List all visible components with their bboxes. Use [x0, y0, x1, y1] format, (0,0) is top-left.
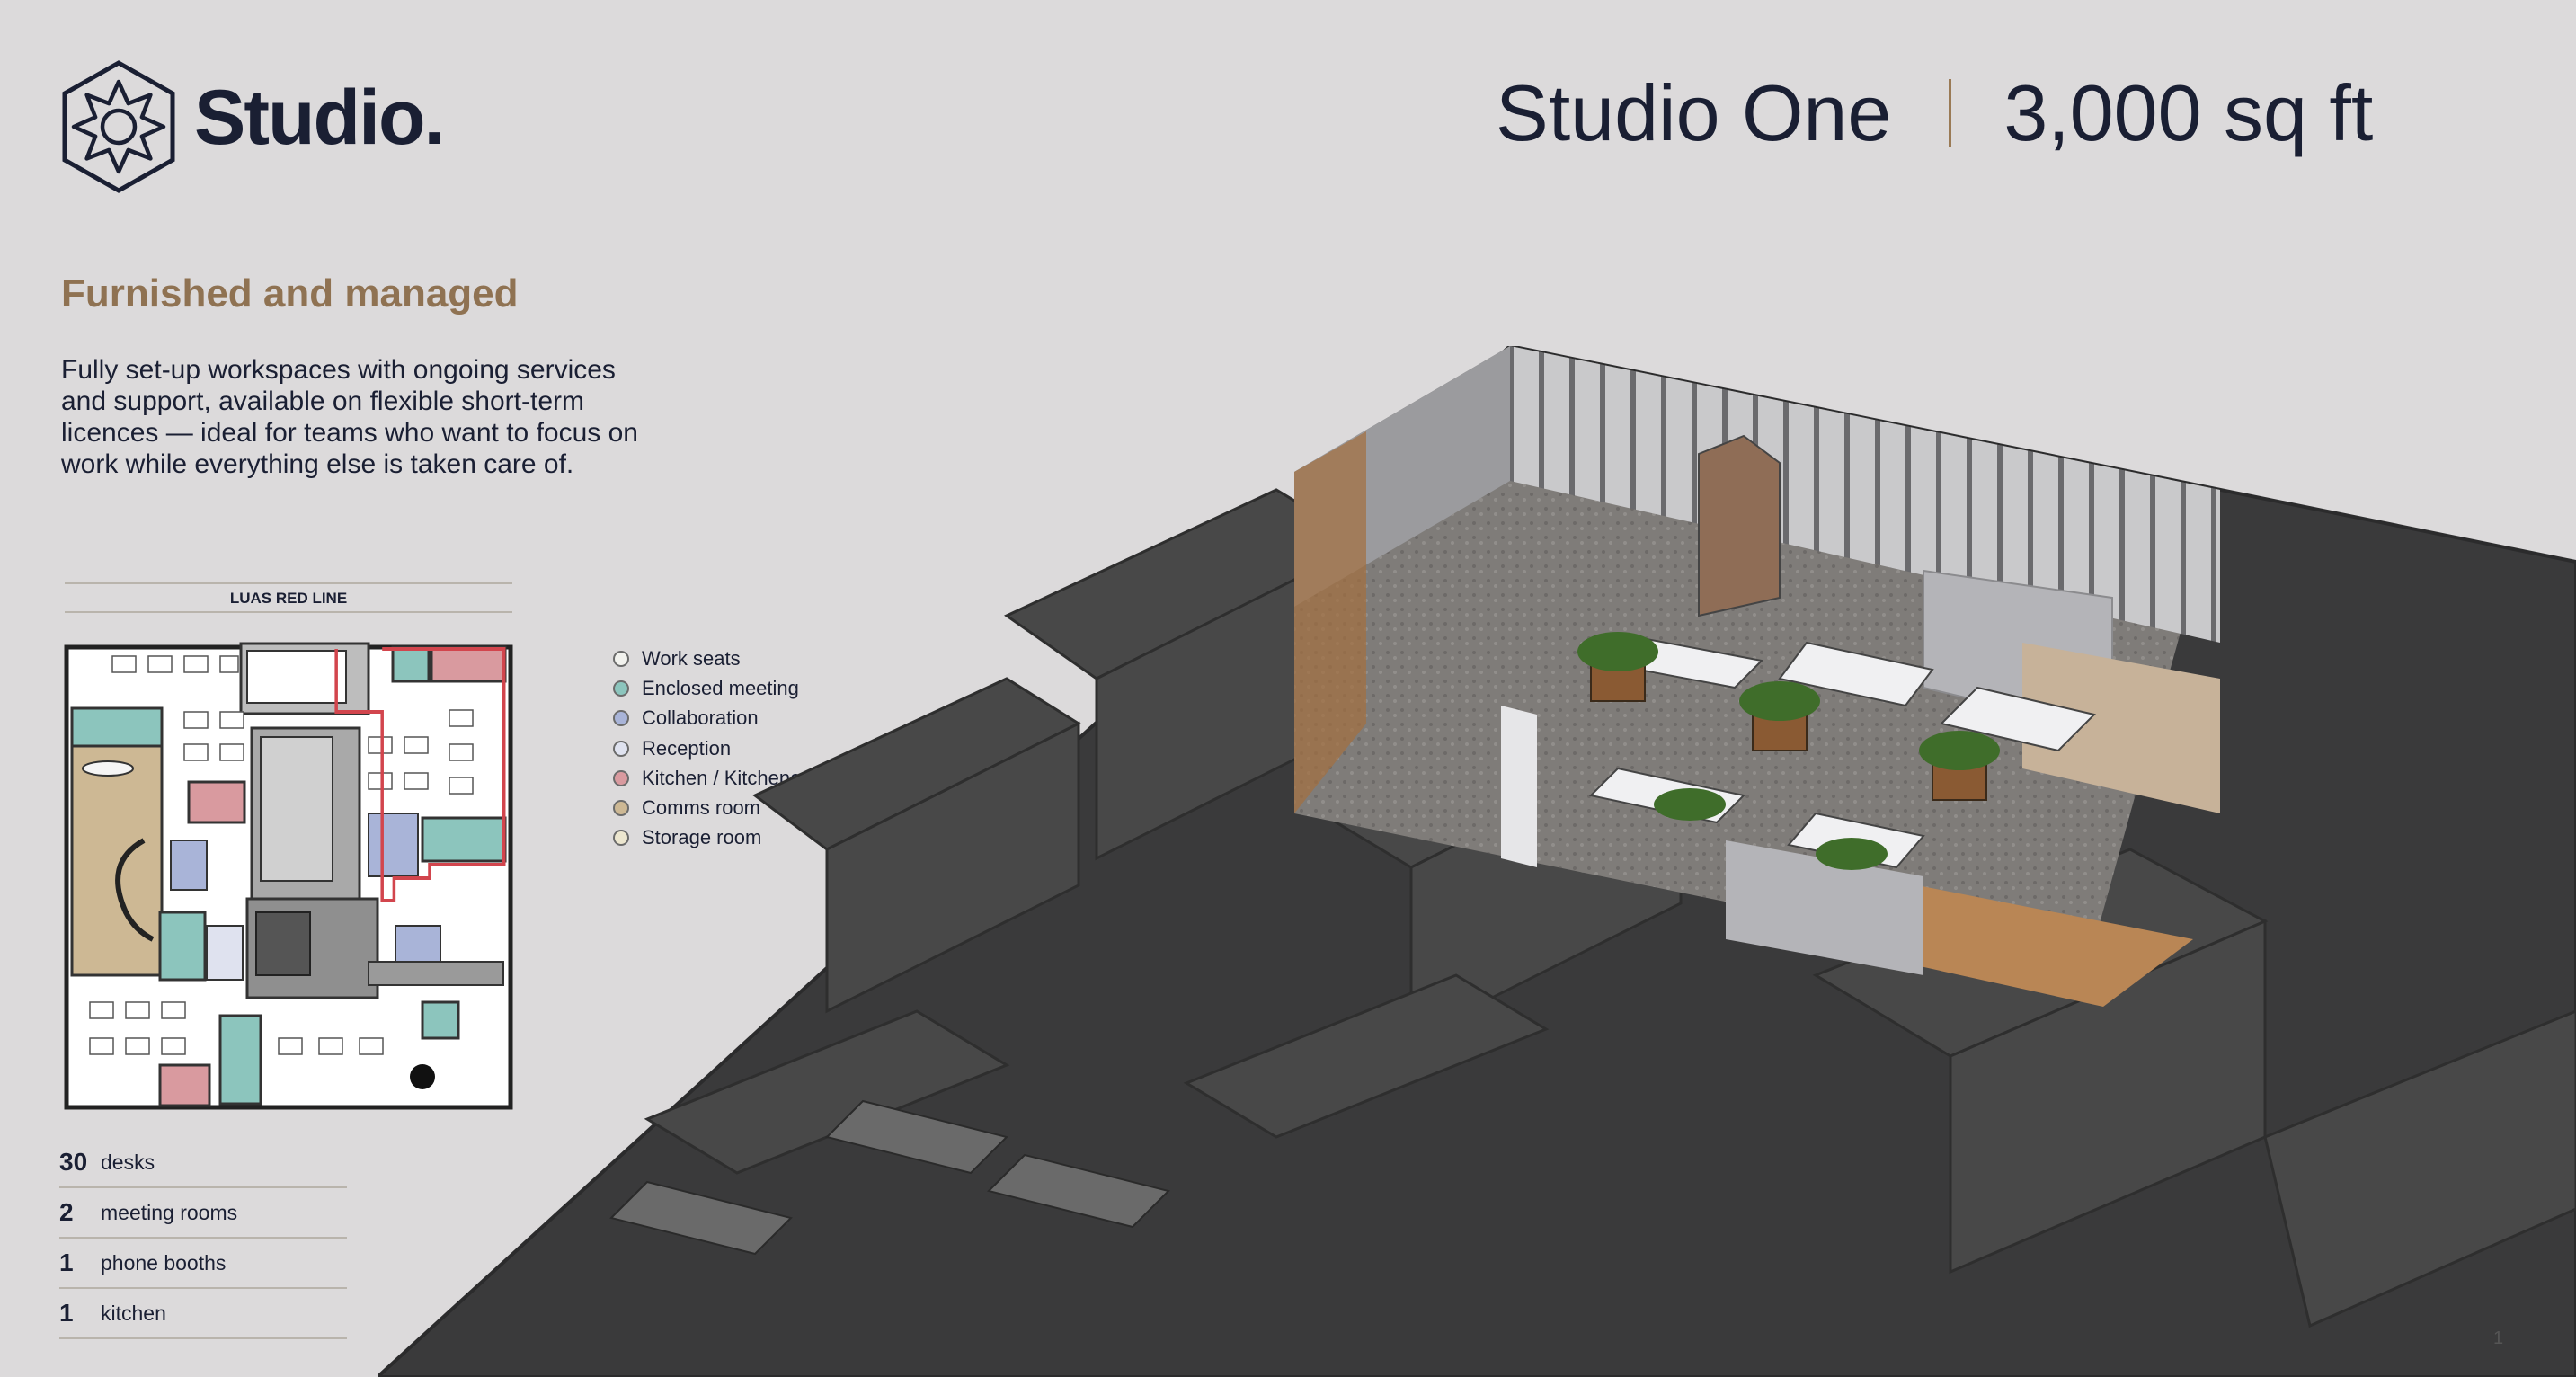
stat-row: 2 meeting rooms [59, 1188, 347, 1239]
studio-name: Studio One [1496, 68, 1892, 157]
studio-sunburst-logo-icon [62, 60, 175, 193]
stat-row: 1 kitchen [59, 1289, 347, 1339]
studio-area: 3,000 sq ft [2003, 68, 2374, 157]
stat-label: desks [101, 1150, 155, 1174]
stat-value: 2 [59, 1198, 74, 1226]
stat-label: phone booths [101, 1250, 227, 1275]
stat-value: 30 [59, 1148, 88, 1176]
page-header: Studio One 3,000 sq ft [1496, 74, 2373, 153]
stat-value: 1 [59, 1299, 74, 1327]
page-number: 1 [2493, 1328, 2504, 1348]
stat-row: 1 phone booths [59, 1239, 347, 1289]
header-divider [1949, 79, 1952, 147]
isometric-office-render [378, 346, 2576, 1377]
stat-label: kitchen [101, 1301, 166, 1325]
stat-row: 30 desks [59, 1138, 347, 1188]
space-stats: 30 desks 2 meeting rooms 1 phone booths 1 ki… [59, 1138, 347, 1339]
stat-value: 1 [59, 1248, 74, 1276]
section-title: Furnished and managed [61, 271, 519, 315]
brand-name: Studio. [194, 75, 445, 161]
stat-label: meeting rooms [101, 1200, 238, 1224]
